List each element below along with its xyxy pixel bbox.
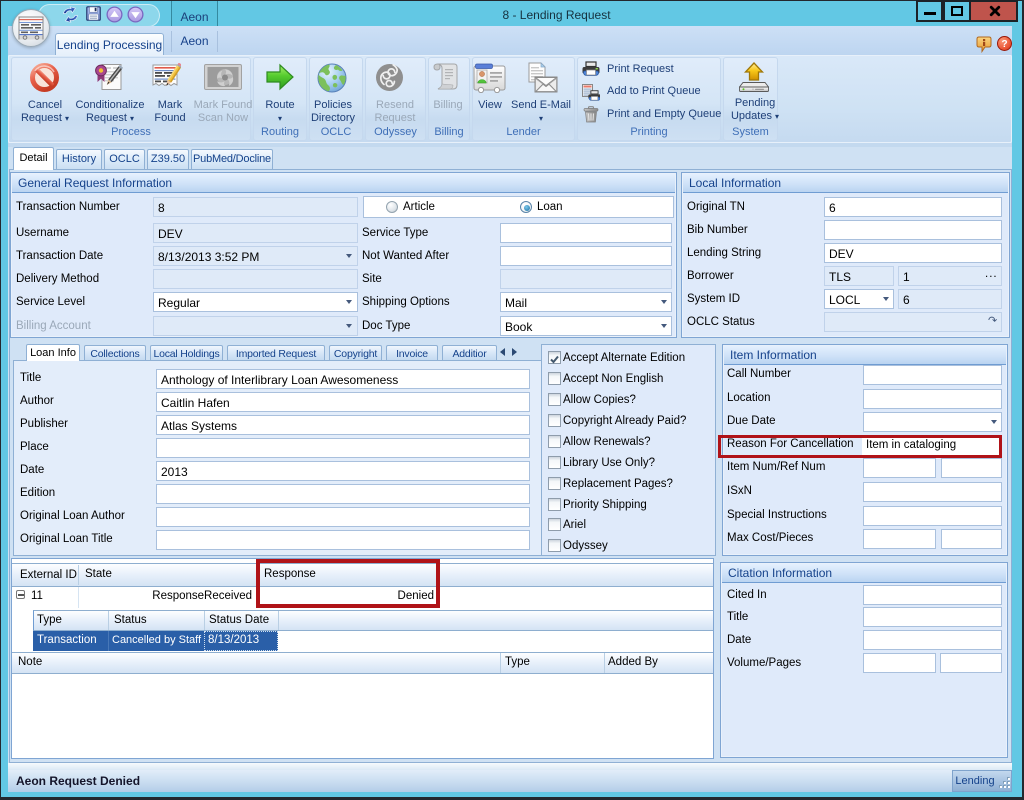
svg-text:?: ? xyxy=(1001,39,1007,50)
